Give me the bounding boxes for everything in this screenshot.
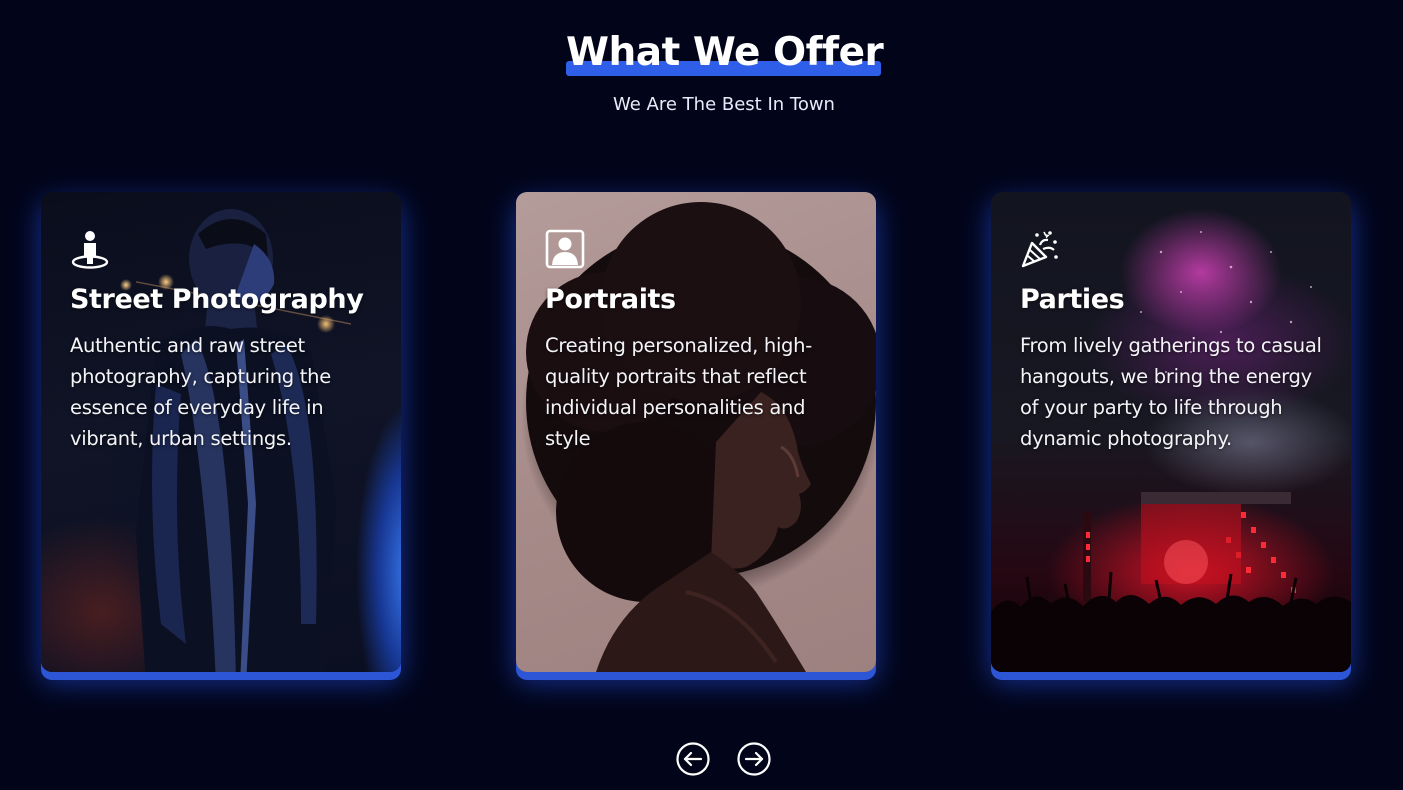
page-subtitle: We Are The Best In Town	[613, 94, 835, 115]
portrait-frame-icon	[545, 229, 585, 269]
person-location-icon	[71, 231, 109, 269]
arrow-right-circle-icon	[737, 742, 771, 776]
card-title: Portraits	[545, 284, 676, 315]
card-content: Parties From lively gatherings to casual…	[1020, 229, 1330, 454]
card-description: From lively gatherings to casual hangout…	[1020, 334, 1322, 450]
card-description: Authentic and raw street photography, ca…	[70, 334, 331, 450]
card-content: Portraits Creating personalized, high-qu…	[545, 229, 855, 454]
card-title: Parties	[1020, 284, 1125, 315]
page-title: What We Offer	[566, 30, 884, 75]
prev-slide-button[interactable]	[676, 742, 710, 776]
card-title: Street Photography	[70, 284, 364, 315]
next-slide-button[interactable]	[737, 742, 771, 776]
card-description: Creating personalized, high-quality port…	[545, 334, 812, 450]
card-content: Street Photography Authentic and raw str…	[70, 229, 380, 454]
title-block: What We Offer	[566, 28, 884, 78]
service-card-portraits[interactable]: Portraits Creating personalized, high-qu…	[516, 192, 876, 672]
service-card-street-photography[interactable]: Street Photography Authentic and raw str…	[41, 192, 401, 672]
party-popper-icon	[1021, 231, 1058, 268]
arrow-left-circle-icon	[676, 742, 710, 776]
service-card-parties[interactable]: Parties From lively gatherings to casual…	[991, 192, 1351, 672]
